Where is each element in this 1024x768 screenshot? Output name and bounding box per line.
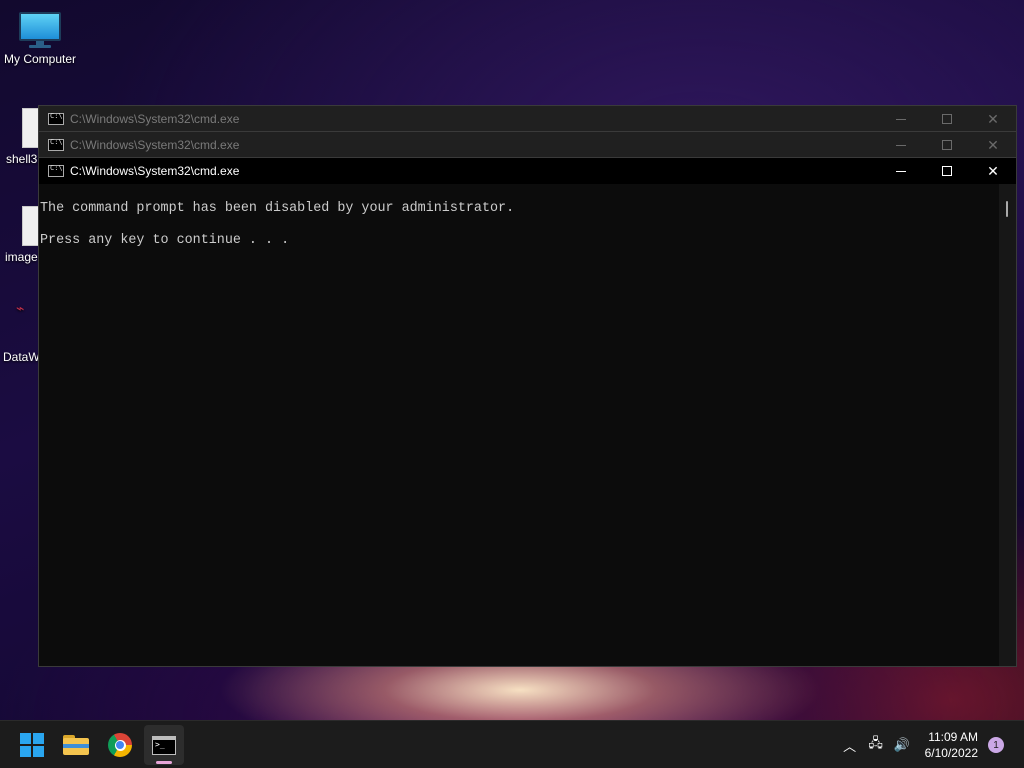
taskbar-chrome[interactable]	[100, 725, 140, 765]
chevron-up-icon: ︿	[843, 738, 857, 754]
notification-badge[interactable]: 1	[988, 737, 1004, 753]
maximize-icon	[942, 140, 952, 150]
monitor-icon	[19, 12, 61, 48]
close-icon: ✕	[987, 110, 999, 127]
system-tray: ︿ 🖧 🔊 11:09 AM 6/10/2022 1	[837, 721, 1024, 768]
desktop-icon-my-computer[interactable]: My Computer	[0, 12, 80, 66]
minimize-button[interactable]	[878, 132, 924, 158]
volume-button[interactable]: 🔊	[889, 730, 915, 760]
minimize-icon	[896, 118, 906, 120]
close-button[interactable]: ✕	[970, 106, 1016, 132]
cmd-icon	[48, 164, 64, 177]
window-title: C:\Windows\System32\cmd.exe	[70, 138, 240, 152]
cmd-window-background-2[interactable]: C:\Windows\System32\cmd.exe ✕	[38, 131, 1017, 159]
close-button[interactable]: ✕	[970, 132, 1016, 158]
window-title: C:\Windows\System32\cmd.exe	[70, 112, 240, 126]
clock[interactable]: 11:09 AM 6/10/2022	[925, 729, 978, 761]
console-output[interactable]: The command prompt has been disabled by …	[39, 184, 1000, 666]
vertical-scrollbar[interactable]	[999, 184, 1016, 666]
folder-icon	[63, 735, 89, 755]
clock-time: 11:09 AM	[928, 730, 978, 744]
minimize-icon	[896, 144, 906, 146]
clock-date: 6/10/2022	[924, 746, 978, 760]
cmd-window-background-1[interactable]: C:\Windows\System32\cmd.exe ✕	[38, 105, 1017, 133]
cmd-icon	[48, 138, 64, 151]
minimize-icon	[896, 170, 906, 172]
scrollbar-thumb[interactable]	[1006, 201, 1008, 217]
cmd-window-active[interactable]: C:\Windows\System32\cmd.exe ✕ The comman…	[38, 157, 1017, 667]
maximize-icon	[942, 114, 952, 124]
desktop-icon-label: My Computer	[3, 52, 77, 66]
start-button[interactable]	[12, 725, 52, 765]
minimize-button[interactable]	[878, 158, 924, 184]
console-line: The command prompt has been disabled by …	[40, 201, 515, 216]
chrome-icon	[108, 733, 132, 757]
close-icon: ✕	[987, 162, 999, 179]
cmd-icon	[48, 112, 64, 125]
cmd-icon	[152, 735, 176, 755]
title-bar[interactable]: C:\Windows\System32\cmd.exe ✕	[39, 158, 1016, 184]
volume-icon: 🔊	[893, 737, 910, 752]
network-button[interactable]: 🖧	[863, 730, 889, 760]
close-icon: ✕	[987, 136, 999, 153]
maximize-button[interactable]	[924, 106, 970, 132]
close-button[interactable]: ✕	[970, 158, 1016, 184]
taskbar: ︿ 🖧 🔊 11:09 AM 6/10/2022 1	[0, 720, 1024, 768]
console-line: Press any key to continue . . .	[40, 233, 290, 248]
network-icon: 🖧	[868, 735, 883, 750]
minimize-button[interactable]	[878, 106, 924, 132]
show-hidden-icons-button[interactable]: ︿	[837, 730, 863, 760]
title-bar[interactable]: C:\Windows\System32\cmd.exe ✕	[39, 132, 1016, 158]
maximize-button[interactable]	[924, 158, 970, 184]
maximize-button[interactable]	[924, 132, 970, 158]
maximize-icon	[942, 166, 952, 176]
window-title: C:\Windows\System32\cmd.exe	[70, 164, 240, 178]
taskbar-command-prompt[interactable]	[144, 725, 184, 765]
title-bar[interactable]: C:\Windows\System32\cmd.exe ✕	[39, 106, 1016, 132]
taskbar-file-explorer[interactable]	[56, 725, 96, 765]
windows-start-icon	[20, 733, 44, 757]
